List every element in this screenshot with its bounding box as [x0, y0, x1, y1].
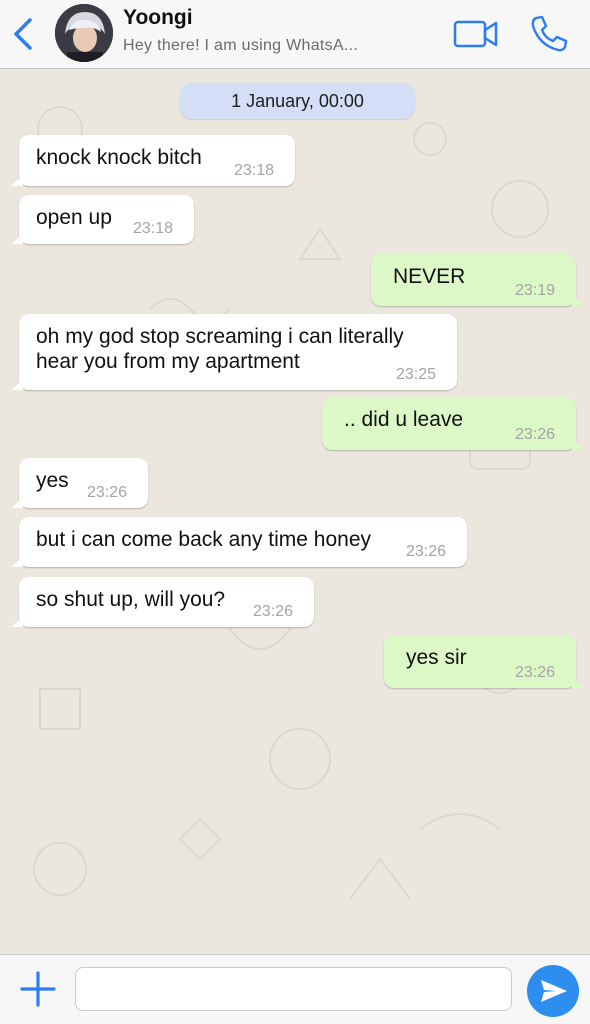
- chat-header: Yoongi Hey there! I am using WhatsA...: [0, 0, 590, 69]
- video-camera-icon: [453, 20, 498, 48]
- send-icon: [541, 980, 567, 1002]
- contact-avatar[interactable]: [55, 4, 113, 62]
- message-text-line-1: oh my god stop screaming i can literally: [36, 325, 404, 348]
- message-bubble-incoming[interactable]: yes 23:26: [11, 458, 148, 508]
- message-composer: [0, 954, 590, 1024]
- message-text: .. did u leave: [344, 408, 464, 431]
- message-text: NEVER: [393, 265, 466, 288]
- message-bubble-outgoing[interactable]: NEVER 23:19: [371, 254, 584, 306]
- date-separator: 1 January, 00:00: [180, 83, 415, 119]
- message-bubble-incoming[interactable]: so shut up, will you? 23:26: [11, 577, 314, 627]
- message-time: 23:26: [514, 664, 555, 681]
- message-text: yes sir: [406, 646, 467, 669]
- chevron-left-icon: [14, 18, 32, 50]
- message-bubble-incoming[interactable]: knock knock bitch 23:18: [11, 135, 295, 186]
- attach-button[interactable]: [18, 969, 58, 1009]
- avatar-photo: [55, 4, 113, 62]
- message-text: but i can come back any time honey: [36, 528, 372, 551]
- video-call-button[interactable]: [452, 16, 500, 52]
- message-text-line-2: hear you from my apartment: [36, 350, 300, 373]
- message-time: 23:18: [233, 162, 274, 179]
- message-time: 23:26: [86, 484, 127, 501]
- message-text: yes: [36, 469, 69, 492]
- message-time: 23:18: [132, 220, 173, 237]
- plus-icon: [20, 971, 56, 1007]
- message-time: 23:26: [405, 543, 446, 560]
- message-bubble-outgoing[interactable]: yes sir 23:26: [384, 635, 584, 688]
- message-time: 23:26: [252, 603, 293, 620]
- message-bubble-incoming[interactable]: oh my god stop screaming i can literally…: [11, 314, 457, 390]
- contact-name[interactable]: Yoongi: [123, 6, 193, 30]
- message-text: so shut up, will you?: [36, 588, 226, 611]
- message-text: knock knock bitch: [36, 146, 202, 169]
- message-bubble-incoming[interactable]: open up 23:18: [11, 195, 194, 244]
- message-bubble-incoming[interactable]: but i can come back any time honey 23:26: [11, 517, 467, 567]
- message-time: 23:25: [395, 366, 436, 383]
- message-time: 23:19: [514, 282, 555, 299]
- send-button[interactable]: [527, 965, 579, 1017]
- message-time: 23:26: [514, 426, 555, 443]
- message-list[interactable]: 1 January, 00:00 knock knock bitch 23:18…: [0, 69, 590, 954]
- contact-status: Hey there! I am using WhatsA...: [123, 37, 359, 54]
- message-bubble-outgoing[interactable]: .. did u leave 23:26: [322, 397, 584, 450]
- phone-icon: [531, 15, 568, 52]
- message-input[interactable]: [75, 967, 512, 1011]
- back-button[interactable]: [8, 14, 42, 54]
- message-text: open up: [36, 206, 112, 229]
- voice-call-button[interactable]: [527, 12, 571, 56]
